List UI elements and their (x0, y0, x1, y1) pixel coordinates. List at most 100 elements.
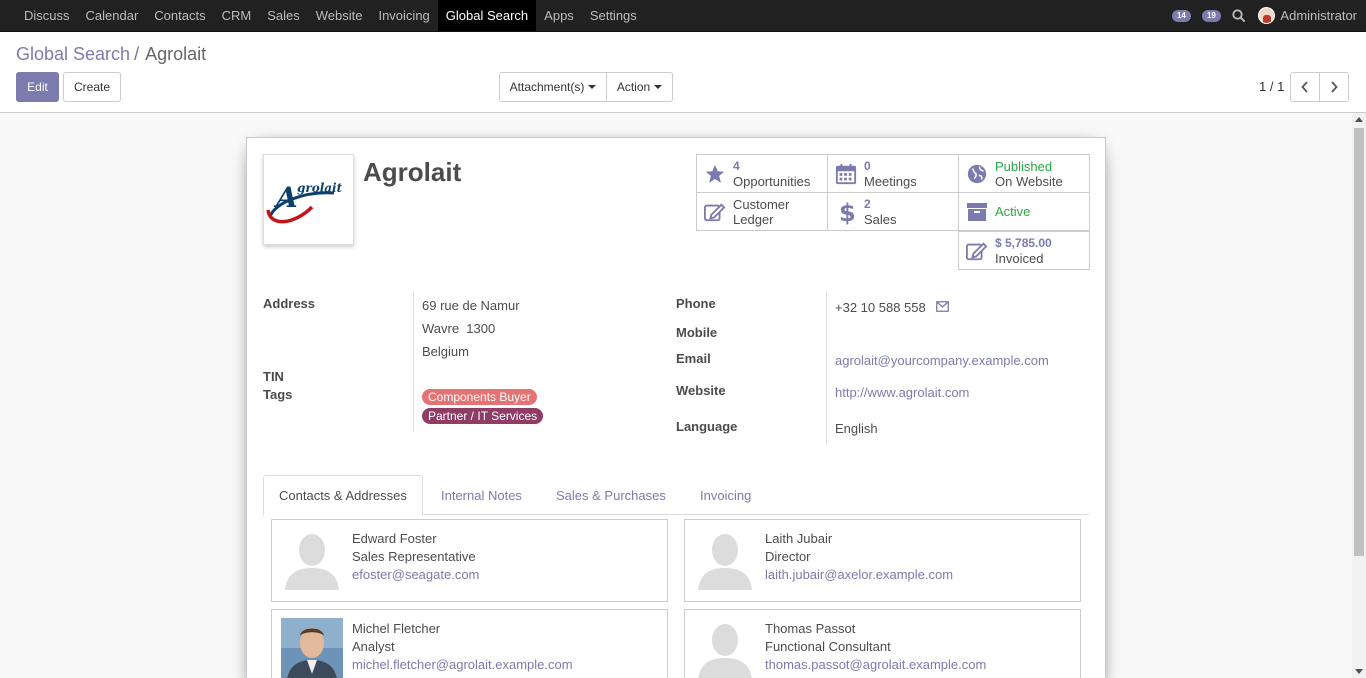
menu-settings[interactable]: Settings (582, 0, 645, 31)
tag-partner-it-services: Partner / IT Services (422, 408, 544, 424)
invoiced-amount: $ 5,785.00 (995, 235, 1052, 250)
tin-label: TIN (263, 369, 284, 384)
contact-name: Michel Fletcher (352, 621, 441, 636)
contact-card[interactable]: Michel Fletcher Analyst michel.fletcher@ag… (271, 609, 668, 678)
breadcrumb-parent[interactable]: Global Search (16, 44, 130, 64)
pager-next-button[interactable] (1319, 72, 1349, 102)
meetings-button[interactable]: 0 Meetings (827, 154, 959, 193)
tab-sales-purchases[interactable]: Sales & Purchases (541, 475, 681, 515)
ledger-line2: Ledger (733, 211, 774, 227)
activities-button[interactable]: 14 (1166, 0, 1196, 31)
user-menu[interactable]: Administrator (1252, 7, 1366, 24)
search-icon[interactable] (1226, 0, 1252, 31)
menu-crm[interactable]: CRM (214, 0, 260, 31)
invoiced-label: Invoiced (995, 250, 1044, 266)
phone-value: +32 10 588 558 (835, 300, 926, 315)
create-button[interactable]: Create (63, 72, 121, 102)
notebook-tabs: Contacts & Addresses Internal Notes Sale… (263, 475, 1089, 516)
company-logo[interactable]: A grolait (263, 154, 354, 245)
chevron-right-icon (1331, 81, 1338, 93)
scrollbar-thumb[interactable] (1354, 128, 1364, 556)
address-country: Belgium (422, 344, 469, 359)
record-title: Agrolait (363, 157, 462, 187)
contact-placeholder-avatar (281, 528, 343, 590)
contact-name: Edward Foster (352, 531, 437, 546)
vertical-scrollbar[interactable] (1352, 113, 1366, 678)
sales-label: Sales (864, 211, 897, 227)
contact-placeholder-avatar (694, 528, 756, 590)
published-line2: On Website (995, 173, 1063, 189)
action-dropdown[interactable]: Action (606, 72, 673, 102)
active-label: Active (995, 204, 1031, 219)
menu-contacts[interactable]: Contacts (146, 0, 213, 31)
phone-label: Phone (676, 296, 716, 311)
contact-name: Thomas Passot (765, 621, 856, 636)
invoiced-button[interactable]: $ 5,785.00 Invoiced (958, 231, 1090, 270)
customer-ledger-button[interactable]: Customer Ledger (696, 192, 828, 231)
activities-count: 14 (1171, 9, 1191, 22)
form-sheet: A grolait Agrolait 4 Opportunities 0 Meeti… (246, 137, 1106, 678)
control-panel: Global Search / Agrolait Edit Create Attac… (0, 32, 1366, 113)
envelope-icon[interactable] (936, 301, 949, 312)
menu-apps[interactable]: Apps (536, 0, 582, 31)
contact-email: michel.fletcher@agrolait.example.com (352, 657, 573, 672)
calendar-icon (835, 163, 857, 184)
edit-button[interactable]: Edit (16, 72, 59, 102)
menu-discuss[interactable]: Discuss (16, 0, 78, 31)
menu-website[interactable]: Website (308, 0, 371, 31)
attachments-dropdown[interactable]: Attachment(s) (499, 72, 607, 102)
scroll-up-arrow-icon[interactable] (1355, 117, 1363, 122)
user-name: Administrator (1280, 8, 1357, 23)
meetings-label: Meetings (864, 173, 917, 189)
dollar-icon: $ (839, 199, 854, 225)
contact-photo (281, 618, 343, 678)
contact-placeholder-avatar (694, 618, 756, 678)
meetings-count: 0 (864, 158, 871, 173)
contact-role: Sales Representative (352, 549, 476, 564)
contact-card[interactable]: Laith Jubair Director laith.jubair@axelor.… (684, 519, 1081, 602)
contact-name: Laith Jubair (765, 531, 833, 546)
smart-buttons: 4 Opportunities 0 Meetings Published On Web… (696, 154, 1091, 272)
action-label: Action (616, 80, 651, 94)
website-link[interactable]: http://www.agrolait.com (835, 385, 969, 400)
opportunities-button[interactable]: 4 Opportunities (696, 154, 828, 193)
menu-invoicing[interactable]: Invoicing (370, 0, 437, 31)
contact-role: Analyst (352, 639, 395, 654)
messages-button[interactable]: 19 (1196, 0, 1226, 31)
language-label: Language (676, 419, 738, 434)
tab-internal-notes[interactable]: Internal Notes (426, 475, 537, 515)
published-button[interactable]: Published On Website (958, 154, 1090, 193)
sales-button[interactable]: $ 2 Sales (827, 192, 959, 231)
email-link[interactable]: agrolait@yourcompany.example.com (835, 353, 1049, 368)
breadcrumb: Global Search / Agrolait (16, 44, 206, 65)
caret-down-icon (654, 85, 663, 89)
globe-icon (967, 164, 987, 183)
tab-invoicing[interactable]: Invoicing (685, 475, 766, 515)
breadcrumb-separator: / (134, 44, 140, 64)
app-menu: Discuss Calendar Contacts CRM Sales Webs… (16, 0, 645, 31)
opportunities-label: Opportunities (733, 173, 811, 189)
star-icon (705, 164, 725, 183)
active-toggle-button[interactable]: Active (958, 192, 1090, 231)
contact-email: efoster@seagate.com (352, 567, 480, 582)
menu-calendar[interactable]: Calendar (78, 0, 147, 31)
menu-sales[interactable]: Sales (259, 0, 308, 31)
menu-global-search[interactable]: Global Search (437, 0, 537, 31)
attachments-label: Attachment(s) (509, 80, 585, 94)
contact-email: thomas.passot@agrolait.example.com (765, 657, 987, 672)
pager-value: 1 / 1 (1259, 79, 1285, 94)
pager-previous-button[interactable] (1290, 72, 1320, 102)
svg-text:grolait: grolait (297, 181, 343, 195)
ledger-line1: Customer (733, 196, 790, 212)
contact-card[interactable]: Thomas Passot Functional Consultant thomas… (684, 609, 1081, 678)
edit-icon (704, 202, 726, 221)
scroll-down-arrow-icon[interactable] (1355, 669, 1363, 674)
contact-card[interactable]: Edward Foster Sales Representative efoster… (271, 519, 668, 602)
mobile-label: Mobile (676, 325, 718, 340)
tab-contacts-addresses[interactable]: Contacts & Addresses (263, 475, 423, 516)
svg-text:$: $ (839, 199, 854, 225)
divider (413, 292, 414, 432)
language-value: English (835, 421, 878, 436)
archive-icon (967, 202, 987, 221)
breadcrumb-current: Agrolait (145, 44, 207, 64)
